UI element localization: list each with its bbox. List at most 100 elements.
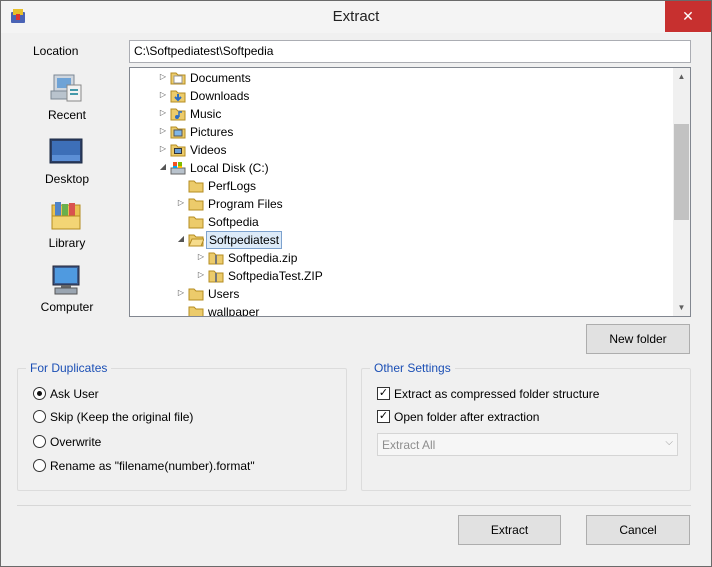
- close-icon: ✕: [682, 8, 694, 24]
- expand-icon[interactable]: ▷: [176, 197, 186, 209]
- downloads-folder-icon: [170, 90, 186, 103]
- scroll-thumb[interactable]: [674, 124, 689, 220]
- extract-button[interactable]: Extract: [458, 515, 561, 545]
- library-icon: [51, 202, 81, 230]
- expand-icon[interactable]: ▷: [158, 143, 168, 155]
- expand-icon[interactable]: ▷: [158, 125, 168, 137]
- tree-item-label: Softpedia.zip: [228, 251, 298, 265]
- tree-item-softpediatest[interactable]: ◢ Softpediatest: [176, 231, 476, 249]
- tree-item-label: wallpaper: [208, 305, 260, 317]
- new-folder-button[interactable]: New folder: [586, 324, 690, 354]
- radio-icon[interactable]: [33, 459, 46, 472]
- title-bar[interactable]: Extract ✕: [1, 1, 711, 33]
- tree-scrollbar[interactable]: ▲ ▼: [673, 68, 690, 316]
- documents-folder-icon: [170, 72, 186, 85]
- checkbox-icon[interactable]: ✓: [377, 387, 390, 400]
- tree-item-pictures[interactable]: ▷ Pictures: [158, 123, 458, 141]
- folder-icon: [188, 288, 204, 301]
- tree-item-users[interactable]: ▷ Users: [176, 285, 476, 303]
- close-button[interactable]: ✕: [665, 1, 711, 32]
- radio-label: Rename as "filename(number).format": [50, 459, 255, 473]
- tree-item-documents[interactable]: ▷ Documents: [158, 69, 458, 87]
- radio-icon[interactable]: [33, 387, 46, 400]
- folder-icon: [188, 306, 204, 316]
- place-recent[interactable]: Recent: [21, 69, 113, 127]
- cancel-button[interactable]: Cancel: [586, 515, 690, 545]
- tree-item-music[interactable]: ▷ Music: [158, 105, 458, 123]
- tree-item-label: PerfLogs: [208, 179, 257, 193]
- tree-item-videos[interactable]: ▷ Videos: [158, 141, 458, 159]
- radio-label: Skip (Keep the original file): [50, 410, 194, 424]
- place-label: Library: [48, 236, 86, 250]
- scroll-down-icon[interactable]: ▼: [673, 299, 690, 316]
- folder-tree[interactable]: ▷ Documents ▷ Downloads ▷ Music ▷ Pictur…: [129, 67, 691, 317]
- checkbox-label: Extract as compressed folder structure: [394, 387, 600, 401]
- other-settings-group: Other Settings ✓ Extract as compressed f…: [361, 361, 691, 491]
- videos-folder-icon: [170, 144, 186, 157]
- tree-item-label: Softpediatest: [206, 231, 283, 249]
- folder-icon: [188, 216, 204, 229]
- place-label: Desktop: [44, 172, 90, 186]
- tree-item-label: Users: [208, 287, 240, 301]
- expand-icon[interactable]: ▷: [158, 107, 168, 119]
- folder-icon: [188, 198, 204, 211]
- chevron-down-icon: ⌵: [665, 437, 673, 448]
- extract-mode-select[interactable]: Extract All ⌵: [377, 433, 678, 456]
- place-desktop[interactable]: Desktop: [21, 133, 113, 191]
- expand-icon[interactable]: ▷: [158, 89, 168, 101]
- select-value: Extract All: [382, 438, 436, 452]
- radio-label: Ask User: [50, 387, 99, 401]
- expand-icon[interactable]: ▷: [158, 71, 168, 83]
- other-settings-title: Other Settings: [370, 361, 455, 375]
- place-label: Recent: [47, 108, 87, 122]
- tree-item-softpediatest-zip[interactable]: ▷ SoftpediaTest.ZIP: [196, 267, 496, 285]
- expander-placeholder: [176, 305, 186, 316]
- place-label: Computer: [40, 300, 94, 314]
- drive-icon: [170, 162, 186, 175]
- tree-item-wallpaper[interactable]: wallpaper: [176, 303, 476, 317]
- footer-divider: [17, 505, 691, 506]
- radio-icon[interactable]: [33, 410, 46, 423]
- place-library[interactable]: Library: [21, 197, 113, 255]
- tree-item-label: Softpedia: [208, 215, 259, 229]
- tree-item-perflogs[interactable]: PerfLogs: [176, 177, 476, 195]
- folder-open-icon: [188, 234, 204, 247]
- tree-item-label: Documents: [190, 71, 251, 85]
- zip-folder-icon: [208, 252, 224, 265]
- tree-item-local-disk[interactable]: ◢ Local Disk (C:): [158, 159, 458, 177]
- tree-item-softpedia[interactable]: Softpedia: [176, 213, 476, 231]
- recent-icon: [50, 74, 82, 102]
- tree-item-label: Program Files: [208, 197, 283, 211]
- tree-item-label: Music: [190, 107, 222, 121]
- expand-icon[interactable]: ▷: [196, 251, 206, 263]
- computer-icon: [52, 265, 80, 295]
- desktop-icon: [49, 138, 83, 164]
- zip-folder-icon: [208, 270, 224, 283]
- tree-item-label: Pictures: [190, 125, 234, 139]
- scroll-up-icon[interactable]: ▲: [673, 68, 690, 85]
- radio-label: Overwrite: [50, 435, 102, 449]
- radio-icon[interactable]: [33, 435, 46, 448]
- expand-icon[interactable]: ▷: [176, 287, 186, 299]
- tree-item-softpedia-zip[interactable]: ▷ Softpedia.zip: [196, 249, 496, 267]
- checkbox-label: Open folder after extraction: [394, 410, 540, 424]
- location-label: Location: [33, 44, 79, 58]
- tree-item-label: Local Disk (C:): [190, 161, 269, 175]
- tree-item-program-files[interactable]: ▷ Program Files: [176, 195, 476, 213]
- tree-item-label: Videos: [190, 143, 227, 157]
- music-folder-icon: [170, 108, 186, 121]
- place-computer[interactable]: Computer: [21, 261, 113, 319]
- duplicates-group: For Duplicates Ask User Skip (Keep the o…: [17, 361, 347, 491]
- expander-placeholder: [176, 179, 186, 191]
- tree-item-label: Downloads: [190, 89, 250, 103]
- pictures-folder-icon: [170, 126, 186, 139]
- tree-item-downloads[interactable]: ▷ Downloads: [158, 87, 458, 105]
- expand-icon[interactable]: ▷: [196, 269, 206, 281]
- collapse-icon[interactable]: ◢: [176, 233, 186, 245]
- checkbox-icon[interactable]: ✓: [377, 410, 390, 423]
- location-input[interactable]: C:\Softpediatest\Softpedia: [129, 40, 691, 63]
- extract-dialog: Extract ✕ Location C:\Softpediatest\Soft…: [0, 0, 712, 567]
- window-title: Extract: [332, 8, 380, 25]
- folder-icon: [188, 180, 204, 193]
- collapse-icon[interactable]: ◢: [158, 161, 168, 173]
